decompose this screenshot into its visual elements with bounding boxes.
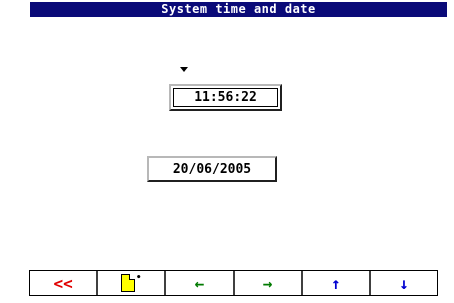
left-arrow-button[interactable]: ← bbox=[166, 271, 235, 295]
new-document-button[interactable]: • bbox=[98, 271, 167, 295]
window-title: System time and date bbox=[30, 2, 447, 17]
document-icon bbox=[121, 274, 136, 292]
time-field[interactable]: 11:56:22 bbox=[169, 84, 282, 111]
down-arrow-button[interactable]: ↓ bbox=[370, 271, 438, 295]
spark-icon: • bbox=[136, 273, 142, 283]
right-arrow-button[interactable]: → bbox=[234, 271, 303, 295]
bottom-toolbar: << • ← → ↑ ↓ bbox=[29, 270, 438, 296]
up-arrow-button[interactable]: ↑ bbox=[302, 271, 371, 295]
time-value[interactable]: 11:56:22 bbox=[173, 88, 278, 107]
cursor-indicator-icon bbox=[180, 67, 188, 72]
date-field[interactable]: 20/06/2005 bbox=[147, 156, 277, 182]
back-button[interactable]: << bbox=[30, 271, 99, 295]
